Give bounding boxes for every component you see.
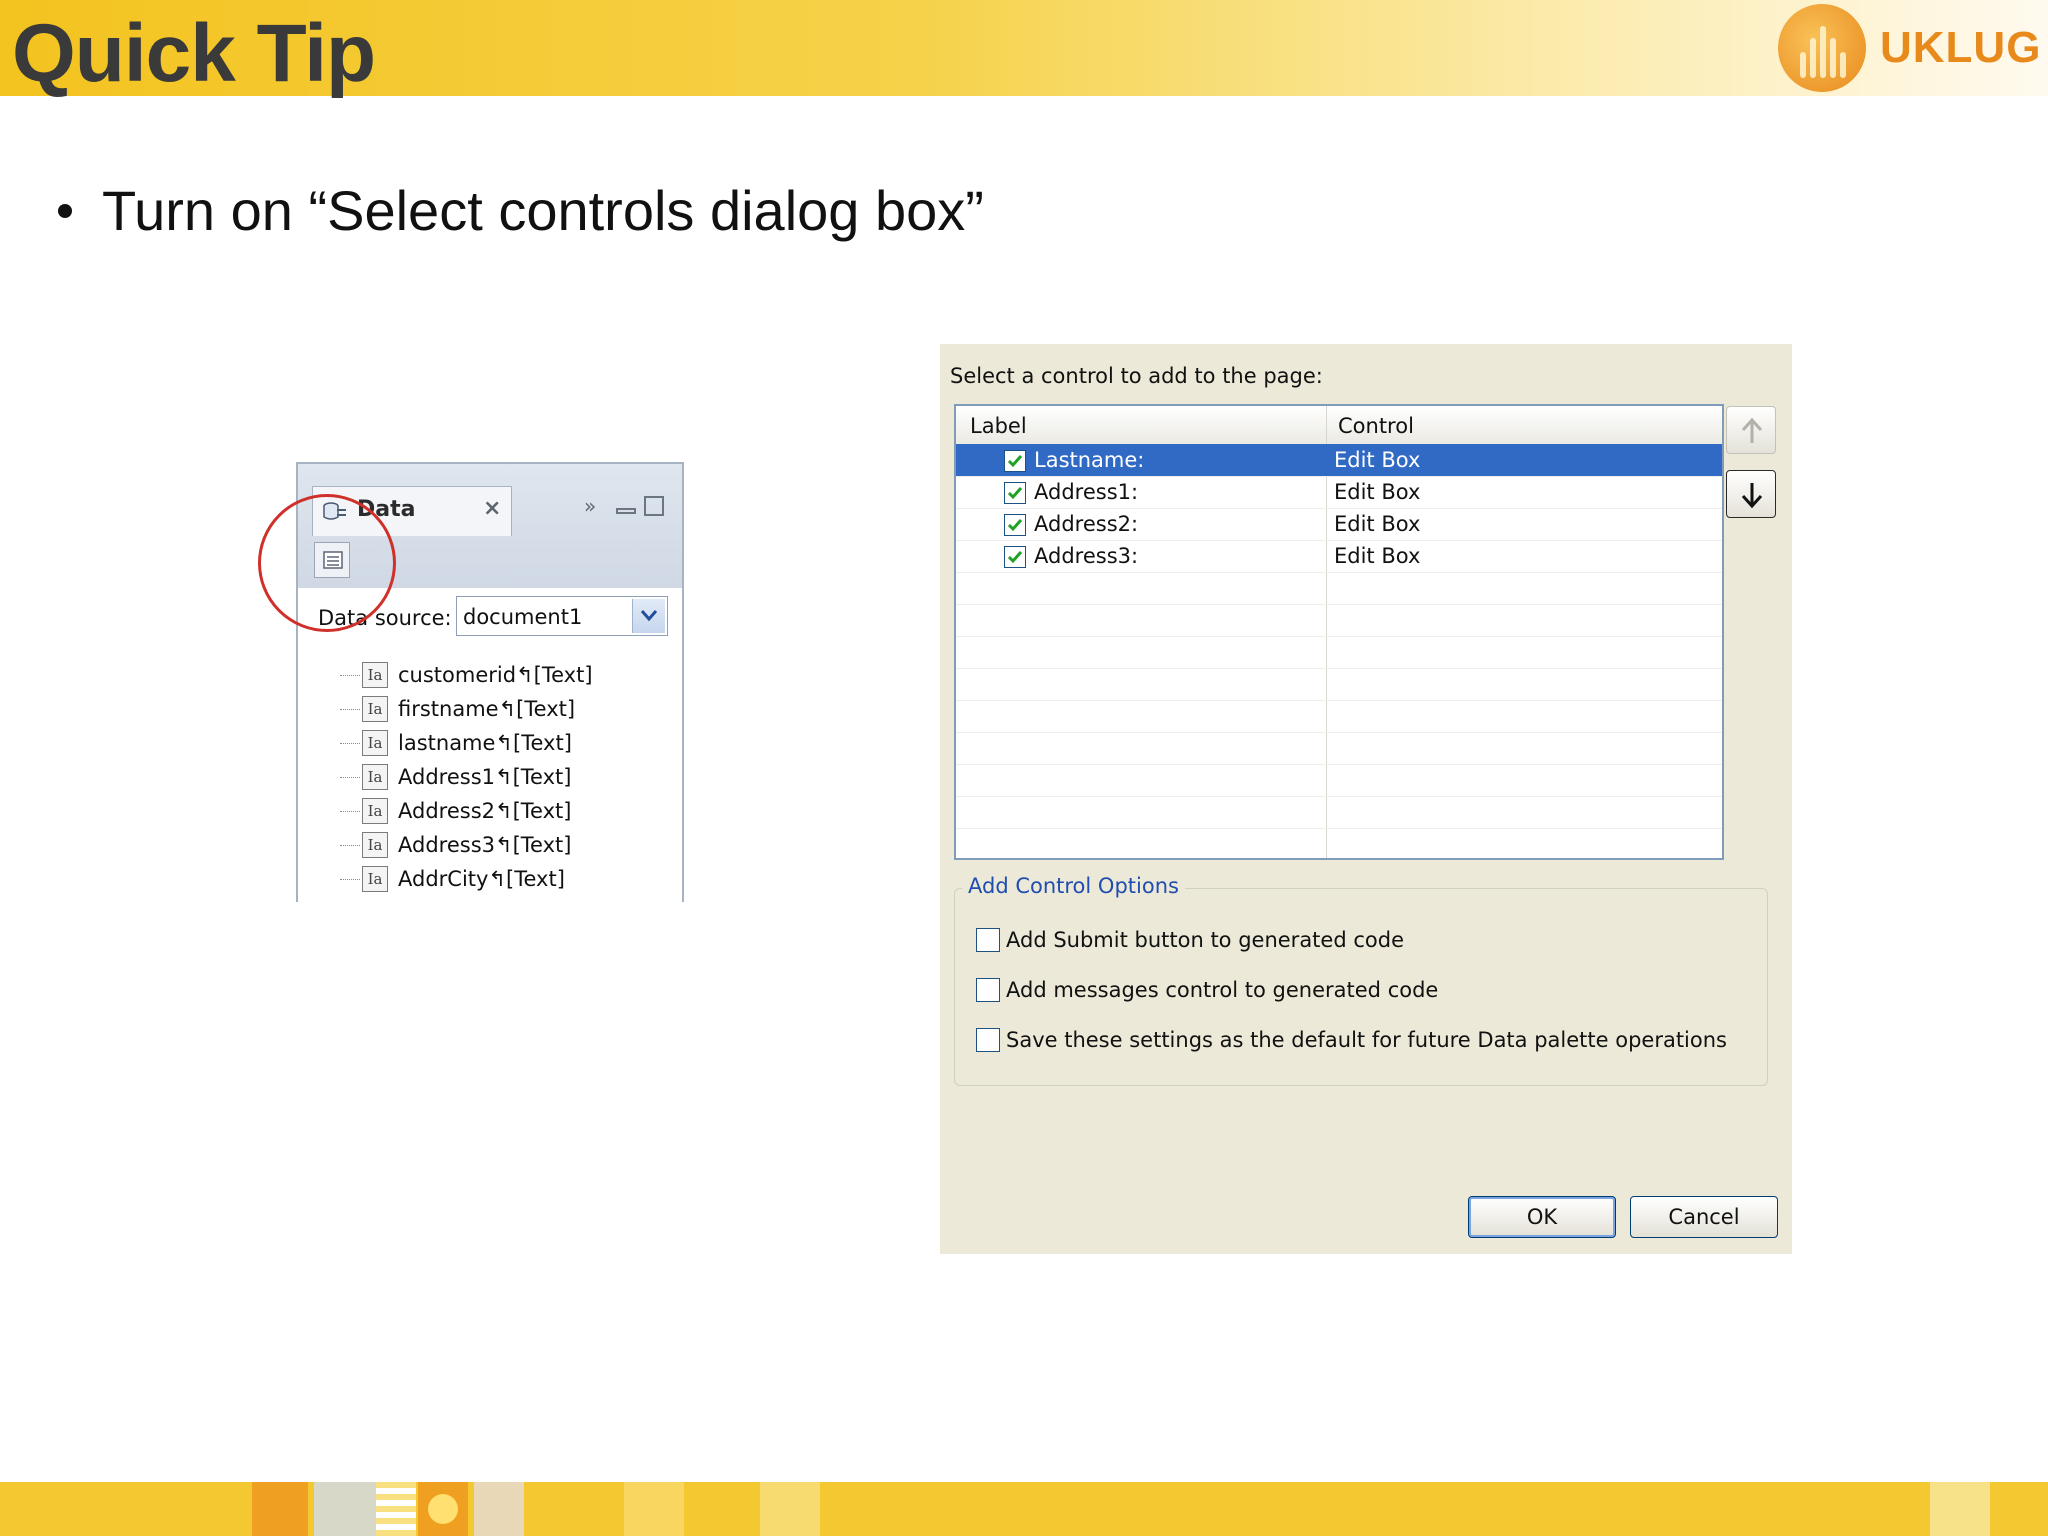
table-header: Label Control [956,406,1722,445]
bullet-dot-icon [58,204,72,218]
empty-row [956,636,1722,669]
field-name: Address3↰[Text] [398,833,572,857]
footer-decoration [1930,1482,1990,1536]
checkbox[interactable] [976,928,1000,952]
field-tree: Ia customerid↰[Text] Ia firstname↰[Text] I… [340,658,593,896]
bullet-point: Turn on “Select controls dialog box” [58,176,984,246]
dropdown-button[interactable] [632,599,665,633]
tree-item[interactable]: Ia AddrCity↰[Text] [340,862,593,896]
group-title: Add Control Options [962,874,1185,898]
empty-row [956,572,1722,605]
row-checkbox[interactable] [1004,514,1026,536]
empty-row [956,796,1722,829]
row-label: Address1: [1034,480,1139,504]
empty-row [956,604,1722,637]
minimize-icon[interactable] [616,508,636,514]
select-controls-dialog: Select a control to add to the page: Lab… [940,344,1792,1254]
uklug-logo: UKLUG [1778,4,2041,92]
text-field-icon: Ia [362,866,388,892]
option-label: Add Submit button to generated code [1006,928,1404,952]
arrow-up-icon [1741,417,1763,443]
text-field-icon: Ia [362,696,388,722]
footer-decoration [418,1482,468,1536]
table-row[interactable]: Address3: Edit Box [956,540,1722,573]
data-source-select[interactable]: document1 [456,596,668,636]
maximize-icon[interactable] [644,496,664,516]
field-name: firstname↰[Text] [398,697,576,721]
footer-decoration [624,1482,684,1536]
text-field-icon: Ia [362,730,388,756]
table-row[interactable]: Lastname: Edit Box [956,444,1722,477]
field-name: customerid↰[Text] [398,663,593,687]
column-header-label[interactable]: Label [970,414,1027,438]
empty-row [956,764,1722,797]
checkbox[interactable] [976,978,1000,1002]
ok-button[interactable]: OK [1468,1196,1616,1238]
slide-footer-band [0,1482,2048,1536]
empty-row [956,668,1722,701]
view-menu-chevron-icon[interactable]: » [584,494,596,518]
row-checkbox[interactable] [1004,482,1026,504]
cancel-button[interactable]: Cancel [1630,1196,1778,1238]
data-source-value: document1 [463,605,583,629]
row-control[interactable]: Edit Box [1334,480,1420,504]
text-field-icon: Ia [362,832,388,858]
text-field-icon: Ia [362,662,388,688]
palette-body: Data source: document1 Ia customerid↰[Tex… [298,588,682,902]
field-name: AddrCity↰[Text] [398,867,565,891]
arrow-down-icon [1741,483,1763,509]
logo-emblem-icon [1778,4,1866,92]
close-icon[interactable]: × [483,496,501,521]
checkmark-icon [1007,551,1023,564]
option-save-default[interactable]: Save these settings as the default for f… [976,1028,1727,1052]
move-down-button[interactable] [1726,470,1776,518]
footer-decoration [760,1482,820,1536]
tree-item[interactable]: Ia Address1↰[Text] [340,760,593,794]
move-up-button[interactable] [1726,406,1776,454]
row-checkbox[interactable] [1004,546,1026,568]
checkmark-icon [1007,455,1023,468]
controls-table: Label Control Lastname: Edit Box Address… [954,404,1724,860]
checkmark-icon [1007,487,1023,500]
slide-title: Quick Tip [12,8,376,99]
text-field-icon: Ia [362,764,388,790]
field-name: Address2↰[Text] [398,799,572,823]
empty-row [956,732,1722,765]
column-header-control[interactable]: Control [1338,414,1414,438]
option-add-submit[interactable]: Add Submit button to generated code [976,928,1404,952]
footer-decoration [314,1482,376,1536]
option-label: Save these settings as the default for f… [1006,1028,1727,1052]
table-row[interactable]: Address1: Edit Box [956,476,1722,509]
option-add-messages[interactable]: Add messages control to generated code [976,978,1438,1002]
field-name: lastname↰[Text] [398,731,572,755]
empty-row [956,700,1722,733]
row-label: Address2: [1034,512,1139,536]
field-name: Address1↰[Text] [398,765,572,789]
text-field-icon: Ia [362,798,388,824]
table-row[interactable]: Address2: Edit Box [956,508,1722,541]
logo-text: UKLUG [1880,23,2042,72]
row-control[interactable]: Edit Box [1334,544,1420,568]
footer-decoration [474,1482,524,1536]
footer-decoration [252,1482,308,1536]
row-label: Address3: [1034,544,1139,568]
checkbox[interactable] [976,1028,1000,1052]
tree-item[interactable]: Ia Address3↰[Text] [340,828,593,862]
row-control[interactable]: Edit Box [1334,512,1420,536]
highlight-circle [258,494,396,632]
checkmark-icon [1007,519,1023,532]
option-label: Add messages control to generated code [1006,978,1439,1002]
tree-item[interactable]: Ia lastname↰[Text] [340,726,593,760]
dialog-prompt: Select a control to add to the page: [950,364,1323,388]
tree-item[interactable]: Ia firstname↰[Text] [340,692,593,726]
chevron-down-icon [640,610,658,622]
row-label: Lastname: [1034,448,1145,472]
row-checkbox[interactable] [1004,450,1026,472]
row-control[interactable]: Edit Box [1334,448,1420,472]
tree-item[interactable]: Ia customerid↰[Text] [340,658,593,692]
bullet-text: Turn on “Select controls dialog box” [102,179,984,242]
footer-decoration [376,1482,416,1536]
tree-item[interactable]: Ia Address2↰[Text] [340,794,593,828]
